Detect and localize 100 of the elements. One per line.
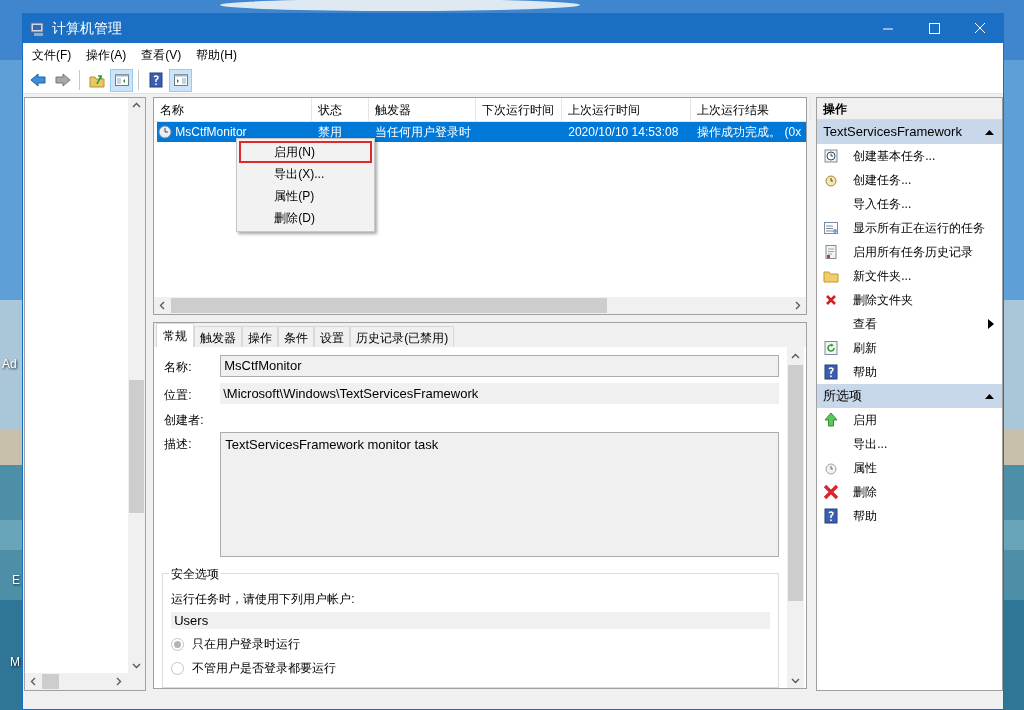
- location-field[interactable]: \Microsoft\Windows\TextServicesFramework: [220, 383, 780, 404]
- scroll-left-icon[interactable]: [159, 301, 166, 310]
- action-item[interactable]: 显示所有正在运行的任务: [817, 216, 1002, 240]
- computer-icon: [30, 20, 46, 37]
- radio-button[interactable]: [171, 637, 185, 651]
- action-item[interactable]: 帮助: [817, 504, 1002, 528]
- tab[interactable]: 操作: [242, 326, 279, 347]
- action-item[interactable]: 帮助: [817, 360, 1002, 384]
- name-field[interactable]: MsCtfMonitor: [220, 355, 780, 377]
- context-menu-item[interactable]: 启用(N): [239, 141, 373, 163]
- field-label: 描述:: [164, 436, 193, 453]
- scrollbar[interactable]: [25, 673, 146, 690]
- clock-icon: [823, 460, 840, 476]
- section-header[interactable]: 所选项: [817, 384, 1002, 408]
- toolbar-separator: [138, 70, 139, 90]
- folder-up-icon: [88, 72, 105, 88]
- section-header[interactable]: TextServicesFramework: [817, 120, 1002, 144]
- tab[interactable]: 条件: [278, 326, 315, 347]
- field-label: 名称:: [164, 359, 193, 376]
- column-header[interactable]: 触发器: [369, 98, 477, 121]
- arrow-up-icon: [823, 412, 840, 428]
- action-pane-icon: [172, 72, 189, 88]
- scrollbar-thumb[interactable]: [129, 380, 145, 513]
- help-icon: [823, 364, 840, 380]
- action-item[interactable]: 导入任务...: [817, 192, 1002, 216]
- scroll-right-icon[interactable]: [795, 301, 802, 310]
- task-row[interactable]: MsCtfMonitor 禁用 当任何用户登录时 2020/10/10 14:53:08 操作成功完成。 (0x: [157, 122, 807, 142]
- window-title: 计算机管理: [52, 19, 122, 38]
- group-title: 安全选项: [169, 565, 222, 583]
- scroll-down-icon[interactable]: [132, 663, 142, 669]
- field-label: 运行任务时，请使用下列用户帐户:: [171, 591, 356, 608]
- action-item[interactable]: 创建任务...: [817, 168, 1002, 192]
- action-item[interactable]: 属性: [817, 456, 1002, 480]
- menu-item[interactable]: 查看(V): [134, 46, 189, 64]
- desktop-icon-label[interactable]: E: [12, 571, 20, 589]
- help-icon: [147, 72, 164, 88]
- refresh-icon: [823, 340, 840, 356]
- collapse-icon[interactable]: [985, 129, 994, 135]
- context-menu-item[interactable]: 导出(X)...: [239, 163, 373, 185]
- folder-icon: [823, 268, 840, 284]
- context-menu-item[interactable]: 属性(P): [239, 185, 373, 207]
- tab[interactable]: 设置: [314, 326, 351, 347]
- action-item[interactable]: 查看: [817, 312, 1002, 336]
- tree-pane-button[interactable]: [110, 68, 133, 92]
- tab[interactable]: 常规: [156, 323, 195, 347]
- section-title: TextServicesFramework: [823, 123, 962, 142]
- table-cell-text: MsCtfMonitor: [175, 124, 247, 141]
- scrollbar[interactable]: [128, 98, 146, 673]
- radio-label: 只在用户登录时运行: [192, 636, 301, 653]
- description-field[interactable]: TextServicesFramework monitor task: [220, 432, 780, 557]
- menu-item[interactable]: 操作(A): [79, 46, 134, 64]
- column-header[interactable]: 上次运行结果: [691, 98, 812, 121]
- action-pane-button[interactable]: [169, 68, 192, 92]
- tab[interactable]: 触发器: [194, 326, 243, 347]
- document-icon: [823, 244, 840, 260]
- action-item[interactable]: 新文件夹...: [817, 264, 1002, 288]
- forward-arrow-icon: [54, 72, 71, 88]
- back-arrow-icon: [29, 72, 46, 88]
- action-item[interactable]: 删除: [817, 480, 1002, 504]
- table-cell-text: 当任何用户登录时: [375, 124, 472, 141]
- scroll-down-icon[interactable]: [791, 678, 801, 684]
- scrollbar[interactable]: [787, 347, 805, 688]
- field-label: 创建者:: [164, 412, 205, 429]
- menu-item[interactable]: 文件(F): [25, 46, 79, 64]
- scrollbar-thumb[interactable]: [171, 298, 608, 313]
- section-title: 所选项: [823, 387, 863, 406]
- column-header[interactable]: 名称: [154, 98, 313, 121]
- scroll-left-icon[interactable]: [30, 677, 36, 686]
- scrollbar[interactable]: [154, 297, 807, 314]
- radio-button[interactable]: [171, 661, 185, 675]
- scroll-up-icon[interactable]: [791, 353, 801, 359]
- tree-pane-icon: [113, 72, 130, 88]
- submenu-arrow-icon: [988, 319, 994, 329]
- tab[interactable]: 历史记录(已禁用): [350, 326, 455, 347]
- context-menu-item[interactable]: 删除(D): [239, 207, 373, 229]
- radio-label: 不管用户是否登录都要运行: [192, 660, 337, 677]
- scroll-right-icon[interactable]: [116, 677, 123, 686]
- action-item[interactable]: 导出...: [817, 432, 1002, 456]
- table-cell-text: 禁用: [318, 124, 343, 141]
- table-cell-text: 操作成功完成。 (0x: [697, 124, 802, 141]
- account-field[interactable]: Users: [171, 612, 771, 629]
- action-item[interactable]: 启用所有任务历史记录: [817, 240, 1002, 264]
- column-header[interactable]: 下次运行时间: [476, 98, 563, 121]
- action-item[interactable]: 创建基本任务...: [817, 144, 1002, 168]
- field-label: 位置:: [164, 387, 193, 404]
- table-cell-text: 2020/10/10 14:53:08: [568, 124, 679, 141]
- collapse-icon[interactable]: [985, 393, 994, 399]
- column-header[interactable]: 上次运行时间: [562, 98, 692, 121]
- action-item[interactable]: 启用: [817, 408, 1002, 432]
- calendar-clock-icon: [823, 148, 840, 164]
- scrollbar-thumb[interactable]: [42, 674, 59, 689]
- action-item[interactable]: 刷新: [817, 336, 1002, 360]
- clock-icon: [158, 125, 173, 139]
- scrollbar-thumb[interactable]: [788, 365, 804, 601]
- list-icon: [823, 220, 840, 236]
- scroll-up-icon[interactable]: [132, 102, 142, 108]
- desktop-icon-label[interactable]: M: [10, 653, 20, 671]
- action-item[interactable]: 删除文件夹: [817, 288, 1002, 312]
- column-header[interactable]: 状态: [312, 98, 370, 121]
- menu-item[interactable]: 帮助(H): [189, 46, 244, 64]
